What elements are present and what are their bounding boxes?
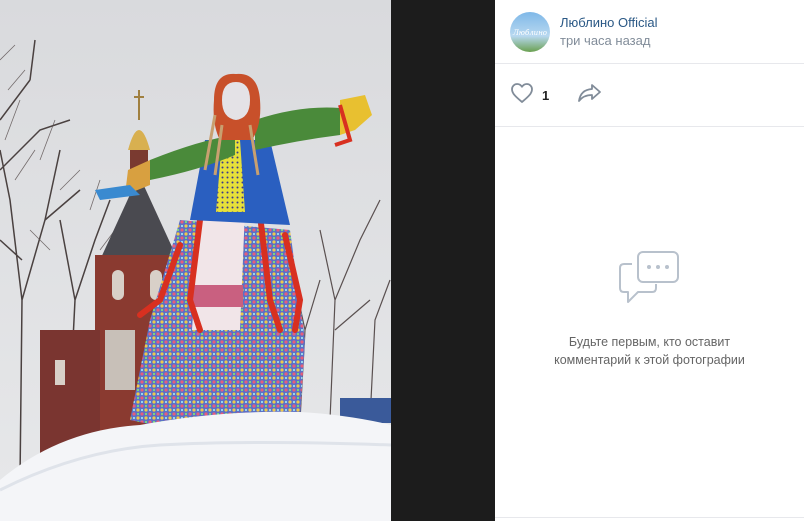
photo[interactable]	[0, 0, 391, 521]
actions-bar: 1	[495, 64, 804, 127]
author-block: Люблино Люблино Official три часа назад	[495, 0, 804, 64]
photo-pane[interactable]	[0, 0, 495, 521]
heart-icon	[510, 82, 534, 109]
comments-empty-state: Будьте первым, кто оставит комментарий к…	[495, 250, 804, 369]
comments-empty-icon	[495, 250, 804, 315]
comments-empty-text: Будьте первым, кто оставит комментарий к…	[554, 335, 745, 367]
share-button[interactable]	[577, 82, 603, 109]
side-panel: Люблино Люблино Official три часа назад …	[495, 0, 804, 521]
photo-viewer: Люблино Люблино Official три часа назад …	[0, 0, 804, 521]
svg-text:Люблино: Люблино	[512, 29, 547, 37]
post-time[interactable]: три часа назад	[560, 32, 658, 50]
avatar[interactable]: Люблино	[510, 11, 550, 52]
comment-input-divider	[495, 517, 804, 521]
like-count: 1	[542, 87, 550, 103]
share-icon	[577, 82, 603, 109]
author-text: Люблино Official три часа назад	[560, 14, 658, 50]
like-button[interactable]: 1	[510, 82, 549, 109]
author-name-link[interactable]: Люблино Official	[560, 14, 658, 32]
